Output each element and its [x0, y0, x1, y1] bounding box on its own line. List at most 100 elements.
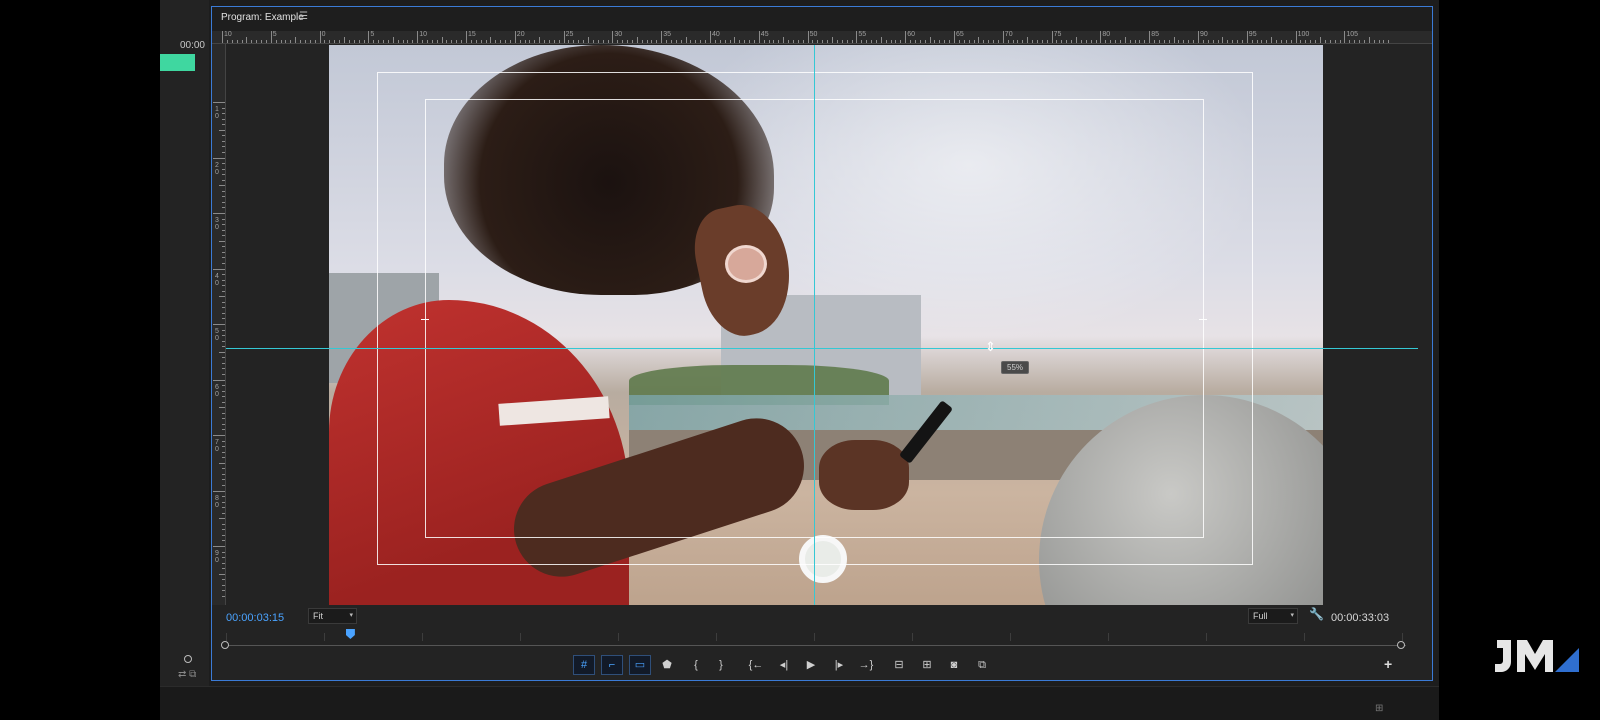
ruler-tick	[1246, 31, 1248, 43]
ruler-tick	[1388, 40, 1390, 43]
zoom-level-select[interactable]: Fit ▾	[308, 608, 357, 624]
ruler-tick	[1100, 31, 1102, 43]
scrub-end-handle[interactable]	[1397, 641, 1405, 649]
ruler-tick	[529, 40, 531, 43]
button-editor-add-button[interactable]: +	[1384, 656, 1392, 672]
ruler-label: 10	[419, 31, 427, 38]
ruler-tick	[1027, 37, 1029, 43]
ruler-tick	[213, 268, 225, 270]
ruler-tick	[280, 40, 282, 43]
timeline-scroll-handle[interactable]	[184, 655, 192, 663]
horizontal-ruler[interactable]: 10 5 0 5 10 15 20 25 30 35 40 45 50 55 60 65 70 75 80 85 90 9…	[212, 31, 1432, 44]
ruler-tick	[739, 40, 741, 43]
ruler-tick	[1378, 40, 1380, 43]
vertical-guide[interactable]	[814, 45, 815, 605]
ruler-tick	[1212, 40, 1214, 43]
ruler-tick	[1066, 40, 1068, 43]
ruler-tick	[802, 40, 804, 43]
vertical-ruler[interactable]: 1 0 2 0 3 0 4 0 5 0 6 0 7 0 8 0 9 0	[212, 44, 226, 605]
timeline-settings-icon[interactable]: ⇄ ⧉	[178, 669, 196, 680]
playback-resolution-select[interactable]: Full ▾	[1248, 608, 1298, 624]
ruler-tick	[222, 31, 223, 43]
play-button[interactable]: ▶	[800, 655, 822, 675]
ruler-tick	[222, 496, 225, 498]
ruler-tick	[222, 507, 225, 509]
ruler-tick	[1329, 40, 1331, 43]
horizontal-guide[interactable]	[226, 348, 1418, 349]
ruler-tick	[219, 351, 225, 353]
ruler-tick	[1324, 40, 1326, 43]
ruler-tick	[219, 185, 225, 187]
ruler-label: 6 0	[215, 383, 219, 398]
ruler-tick	[1266, 40, 1268, 43]
comparison-view-button[interactable]: ⧉	[971, 655, 993, 675]
ruler-tick	[861, 40, 863, 43]
ruler-tick	[222, 529, 225, 531]
ruler-tick	[700, 40, 702, 43]
ruler-tick	[222, 251, 225, 253]
ruler-tick	[222, 523, 225, 525]
ruler-tick	[1124, 37, 1126, 43]
ruler-tick	[797, 40, 799, 43]
lift-button[interactable]: ⊟	[888, 655, 910, 675]
ruler-tick	[222, 357, 225, 359]
ruler-tick	[729, 40, 731, 43]
export-frame-button[interactable]: ◙	[943, 655, 965, 675]
ruler-tick	[890, 40, 892, 43]
ruler-tick	[1363, 40, 1365, 43]
scrub-start-handle[interactable]	[221, 641, 229, 649]
extract-button[interactable]: ⊞	[916, 655, 938, 675]
ruler-tick	[558, 40, 560, 43]
ruler-tick	[758, 31, 760, 43]
add-marker-button[interactable]: ⬟	[656, 655, 678, 675]
panel-menu-icon[interactable]: ☰	[299, 11, 308, 22]
ruler-tick	[219, 296, 225, 298]
ruler-tick	[1320, 37, 1321, 43]
ruler-tick	[451, 40, 453, 43]
scrub-bar[interactable]	[226, 645, 1406, 646]
ruler-tick	[910, 40, 912, 43]
ruler-tick	[641, 40, 643, 43]
ruler-tick	[685, 37, 687, 43]
ruler-tick	[222, 257, 225, 259]
go-to-out-button[interactable]: →}	[855, 655, 877, 675]
ruler-tick	[1222, 37, 1224, 43]
ruler-tick	[656, 40, 658, 43]
ruler-tick	[1261, 40, 1263, 43]
mark-out-button[interactable]: }	[710, 655, 732, 675]
mark-in-button[interactable]: {	[685, 655, 707, 675]
ruler-tick	[963, 40, 965, 43]
tab-program-monitor[interactable]: Program: Example	[221, 12, 304, 23]
guides-button[interactable]: ⌐	[601, 655, 623, 675]
ruler-label: 35	[663, 31, 671, 38]
ruler-tick	[222, 224, 225, 226]
step-forward-button[interactable]: |▸	[828, 655, 850, 675]
safe-margins-button[interactable]: #	[573, 655, 595, 675]
ruler-tick	[222, 174, 225, 176]
ruler-tick	[866, 40, 868, 43]
ruler-tick	[304, 40, 306, 43]
ruler-tick	[978, 37, 980, 43]
settings-wrench-icon[interactable]: 🔧	[1309, 607, 1324, 621]
panel-grid-icon[interactable]: ⊞	[1375, 703, 1383, 714]
step-back-button[interactable]: ◂|	[773, 655, 795, 675]
ruler-tick	[222, 396, 225, 398]
ruler-tick	[222, 412, 225, 414]
overlay-button[interactable]: ▭	[629, 655, 651, 675]
ruler-tick	[885, 40, 887, 43]
ruler-tick	[1168, 40, 1170, 43]
go-to-in-button[interactable]: {←	[745, 655, 767, 675]
ruler-tick	[1310, 40, 1312, 43]
ruler-tick	[1105, 40, 1107, 43]
ruler-tick	[617, 40, 619, 43]
ruler-tick	[222, 163, 225, 165]
ruler-tick	[222, 262, 225, 264]
move-guide-cursor-icon: ⇕	[985, 339, 996, 354]
current-timecode[interactable]: 00:00:03:15	[226, 612, 284, 624]
ruler-tick	[627, 40, 629, 43]
timeline-clip[interactable]	[160, 54, 195, 71]
ruler-tick	[983, 40, 985, 43]
program-video-frame[interactable]	[329, 45, 1323, 605]
ruler-tick	[222, 113, 225, 115]
ruler-tick	[1041, 40, 1043, 43]
